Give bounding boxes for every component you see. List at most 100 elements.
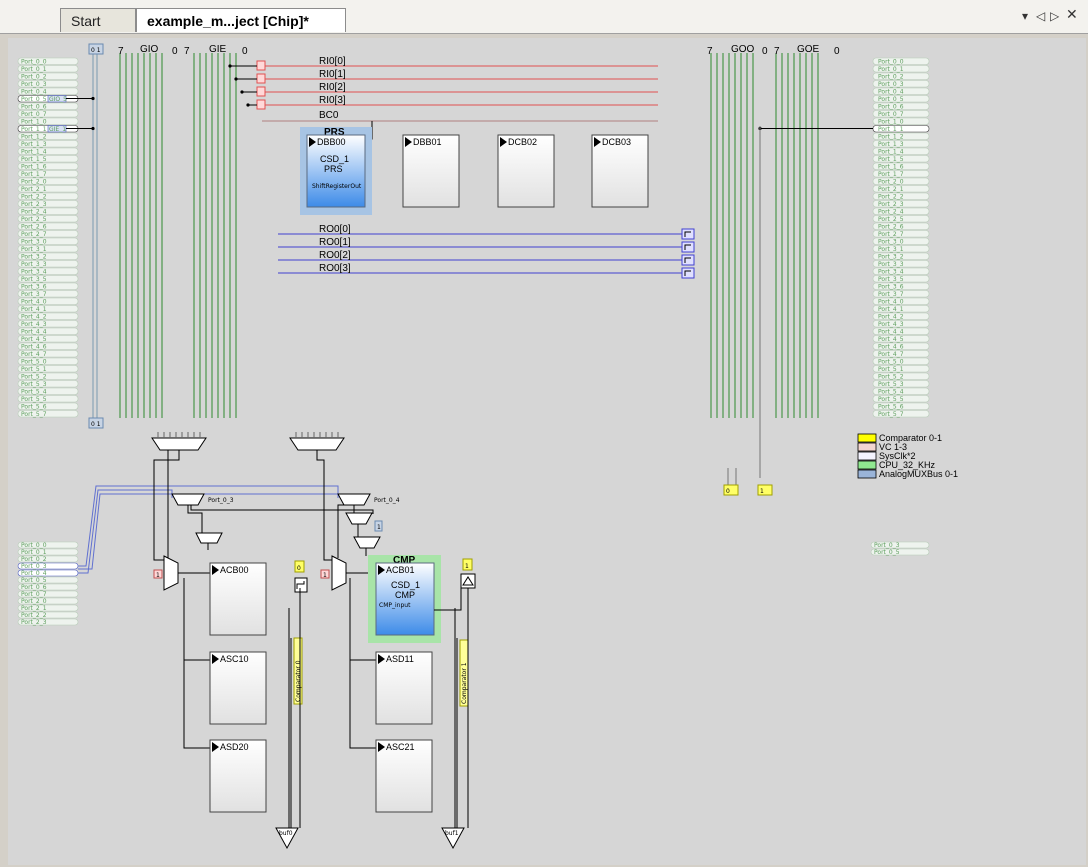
analog-column-wire xyxy=(153,450,180,561)
row-output-lut[interactable] xyxy=(681,254,695,266)
row-input-mux[interactable] xyxy=(256,99,266,110)
analog-block-name: ASC21 xyxy=(386,742,415,752)
row-input-mux[interactable] xyxy=(256,86,266,97)
row-output-lut[interactable] xyxy=(681,241,695,253)
port-pin-label: Port_2_5 xyxy=(21,216,47,223)
analog-input-mux-1[interactable] xyxy=(331,555,347,591)
instance-name: CSD_1 xyxy=(391,580,420,590)
analog-mux-label: Port_0_4 xyxy=(374,497,400,504)
port-pin-label: Port_5_3 xyxy=(21,381,47,388)
row-output-lut[interactable] xyxy=(681,228,695,240)
bus-msb-label: 7 xyxy=(707,46,713,57)
port-pin-label: Port_1_5 xyxy=(878,156,904,163)
port-pin-label: Port_5_5 xyxy=(21,396,47,403)
chip-editor-canvas[interactable]: 0 1 7 GIO 0 7 GIE 0 7 GOO 0 7 GOE 0 0 1 RI0[0] RI0[1] RI… xyxy=(8,38,1086,865)
port-pin-label: Port_4_6 xyxy=(21,343,47,350)
tab-start-page[interactable]: Start Page xyxy=(60,8,136,53)
comparator-tag-label: 1 xyxy=(465,563,469,570)
bus-lsb-label: 0 xyxy=(242,46,248,57)
legend-label: AnalogMUXBus 0-1 xyxy=(879,469,958,479)
tab-list-dropdown-icon[interactable]: ▾ xyxy=(1022,9,1028,23)
port-pin-label: Port_4_7 xyxy=(878,351,904,358)
port-pin-label: Port_4_2 xyxy=(21,313,47,320)
gio-header: GIO xyxy=(140,44,159,55)
port-pin-label: Port_1_5 xyxy=(21,156,47,163)
port-pin-label: Port_0_4 xyxy=(21,88,47,95)
row-input-mux[interactable] xyxy=(256,73,266,84)
port-pin-label: Port_2_0 xyxy=(21,598,47,605)
port-pin-label: Port_4_4 xyxy=(878,328,904,335)
legend-swatch xyxy=(857,433,877,443)
port-pin-label: Port_0_7 xyxy=(21,111,47,118)
buffer-label: buf1 xyxy=(445,830,459,837)
port-pin-label: Port_4_4 xyxy=(21,328,47,335)
port-pin-label: Port_3_0 xyxy=(21,238,47,245)
port-pin-label: Port_4_7 xyxy=(21,351,47,358)
port-pin-label: Port_2_7 xyxy=(21,231,47,238)
port-pin-label: Port_2_3 xyxy=(21,619,47,626)
port-pin-label: Port_0_4 xyxy=(21,570,47,577)
port-pin-label: Port_4_1 xyxy=(878,306,904,313)
goo-header: GOO xyxy=(731,44,755,55)
port-pin-label: Port_1_3 xyxy=(21,141,47,148)
analog-mux-0[interactable] xyxy=(171,493,205,506)
analog-input-mux-0[interactable] xyxy=(163,555,179,591)
column-input-mux[interactable] xyxy=(151,437,207,451)
tab-chip-editor[interactable]: example_m...ject [Chip]* xyxy=(136,8,346,32)
port-pin-label: Port_0_3 xyxy=(21,81,47,88)
port-pin-label: Port_3_4 xyxy=(21,268,47,275)
port-pin-label: Port_5_2 xyxy=(878,373,904,380)
close-tab-icon[interactable]: ✕ xyxy=(1066,7,1078,23)
analog-block-name: ASD11 xyxy=(386,654,414,664)
port-pin-label: Port_4_3 xyxy=(878,321,904,328)
bus-msb-label: 7 xyxy=(774,46,780,57)
tab-scroll-right-icon[interactable]: ▷ xyxy=(1050,9,1059,23)
port-pin-label: Port_0_0 xyxy=(878,58,904,65)
port-pin-label: Port_2_1 xyxy=(21,186,47,193)
junction-dot xyxy=(240,90,244,94)
port-pin-label: Port_4_0 xyxy=(878,298,904,305)
port-pin-label: Port_5_1 xyxy=(878,366,904,373)
row-output-lut[interactable] xyxy=(681,267,695,279)
gie-header: GIE xyxy=(209,44,227,55)
analog-block-name: ASC10 xyxy=(220,654,249,664)
digital-block-name: DCB03 xyxy=(602,137,631,147)
analog-mux-3[interactable] xyxy=(345,512,373,525)
row-output-label: RO0[2] xyxy=(319,250,351,261)
port-pin-label: Port_0_6 xyxy=(21,584,47,591)
port-pin-label: Port_2_1 xyxy=(21,605,47,612)
port-pin-label: Port_2_3 xyxy=(21,201,47,208)
port-pin-label: Port_0_2 xyxy=(21,73,47,80)
mux-select-label: 1 xyxy=(377,524,381,531)
mux-select-label: 1 xyxy=(156,572,160,579)
comparator-bus-label: Comparator 1 xyxy=(461,662,468,704)
analog-mux-2[interactable] xyxy=(195,532,223,544)
port-pin-label: Port_0_1 xyxy=(21,549,47,556)
port-pin-label: Port_3_1 xyxy=(21,246,47,253)
row-input-label: RI0[3] xyxy=(319,95,346,106)
digital-block-name: DBB01 xyxy=(413,137,442,147)
bus-msb-label: 7 xyxy=(184,46,190,57)
port-pin-label: Port_2_7 xyxy=(878,231,904,238)
column-input-mux[interactable] xyxy=(289,437,345,451)
port-pin-label: Port_4_5 xyxy=(878,336,904,343)
row-input-mux[interactable] xyxy=(256,60,266,71)
port-pin-label: Port_2_2 xyxy=(878,193,904,200)
legend-swatch xyxy=(857,460,877,470)
column-select-label: 0 1 xyxy=(91,47,101,54)
port-pin-label: Port_3_6 xyxy=(21,283,47,290)
port-pin-label: Port_0_1 xyxy=(21,66,47,73)
analog-column-wire xyxy=(183,578,212,749)
bus-lsb-label: 0 xyxy=(762,46,768,57)
analog-mux-bus-wire xyxy=(78,489,173,574)
port-pin-label: Port_3_3 xyxy=(878,261,904,268)
tab-scroll-left-icon[interactable]: ◁ xyxy=(1036,9,1045,23)
global-output-tag-label: 0 xyxy=(726,488,730,495)
row-output-label: RO0[3] xyxy=(319,263,351,274)
analog-column-wire xyxy=(316,450,332,561)
analog-mux-1[interactable] xyxy=(337,493,371,506)
digital-block-name: DBB00 xyxy=(317,137,346,147)
analog-mux-bus-wire xyxy=(78,493,348,570)
legend-swatch xyxy=(857,442,877,452)
analog-mux-4[interactable] xyxy=(353,536,381,549)
